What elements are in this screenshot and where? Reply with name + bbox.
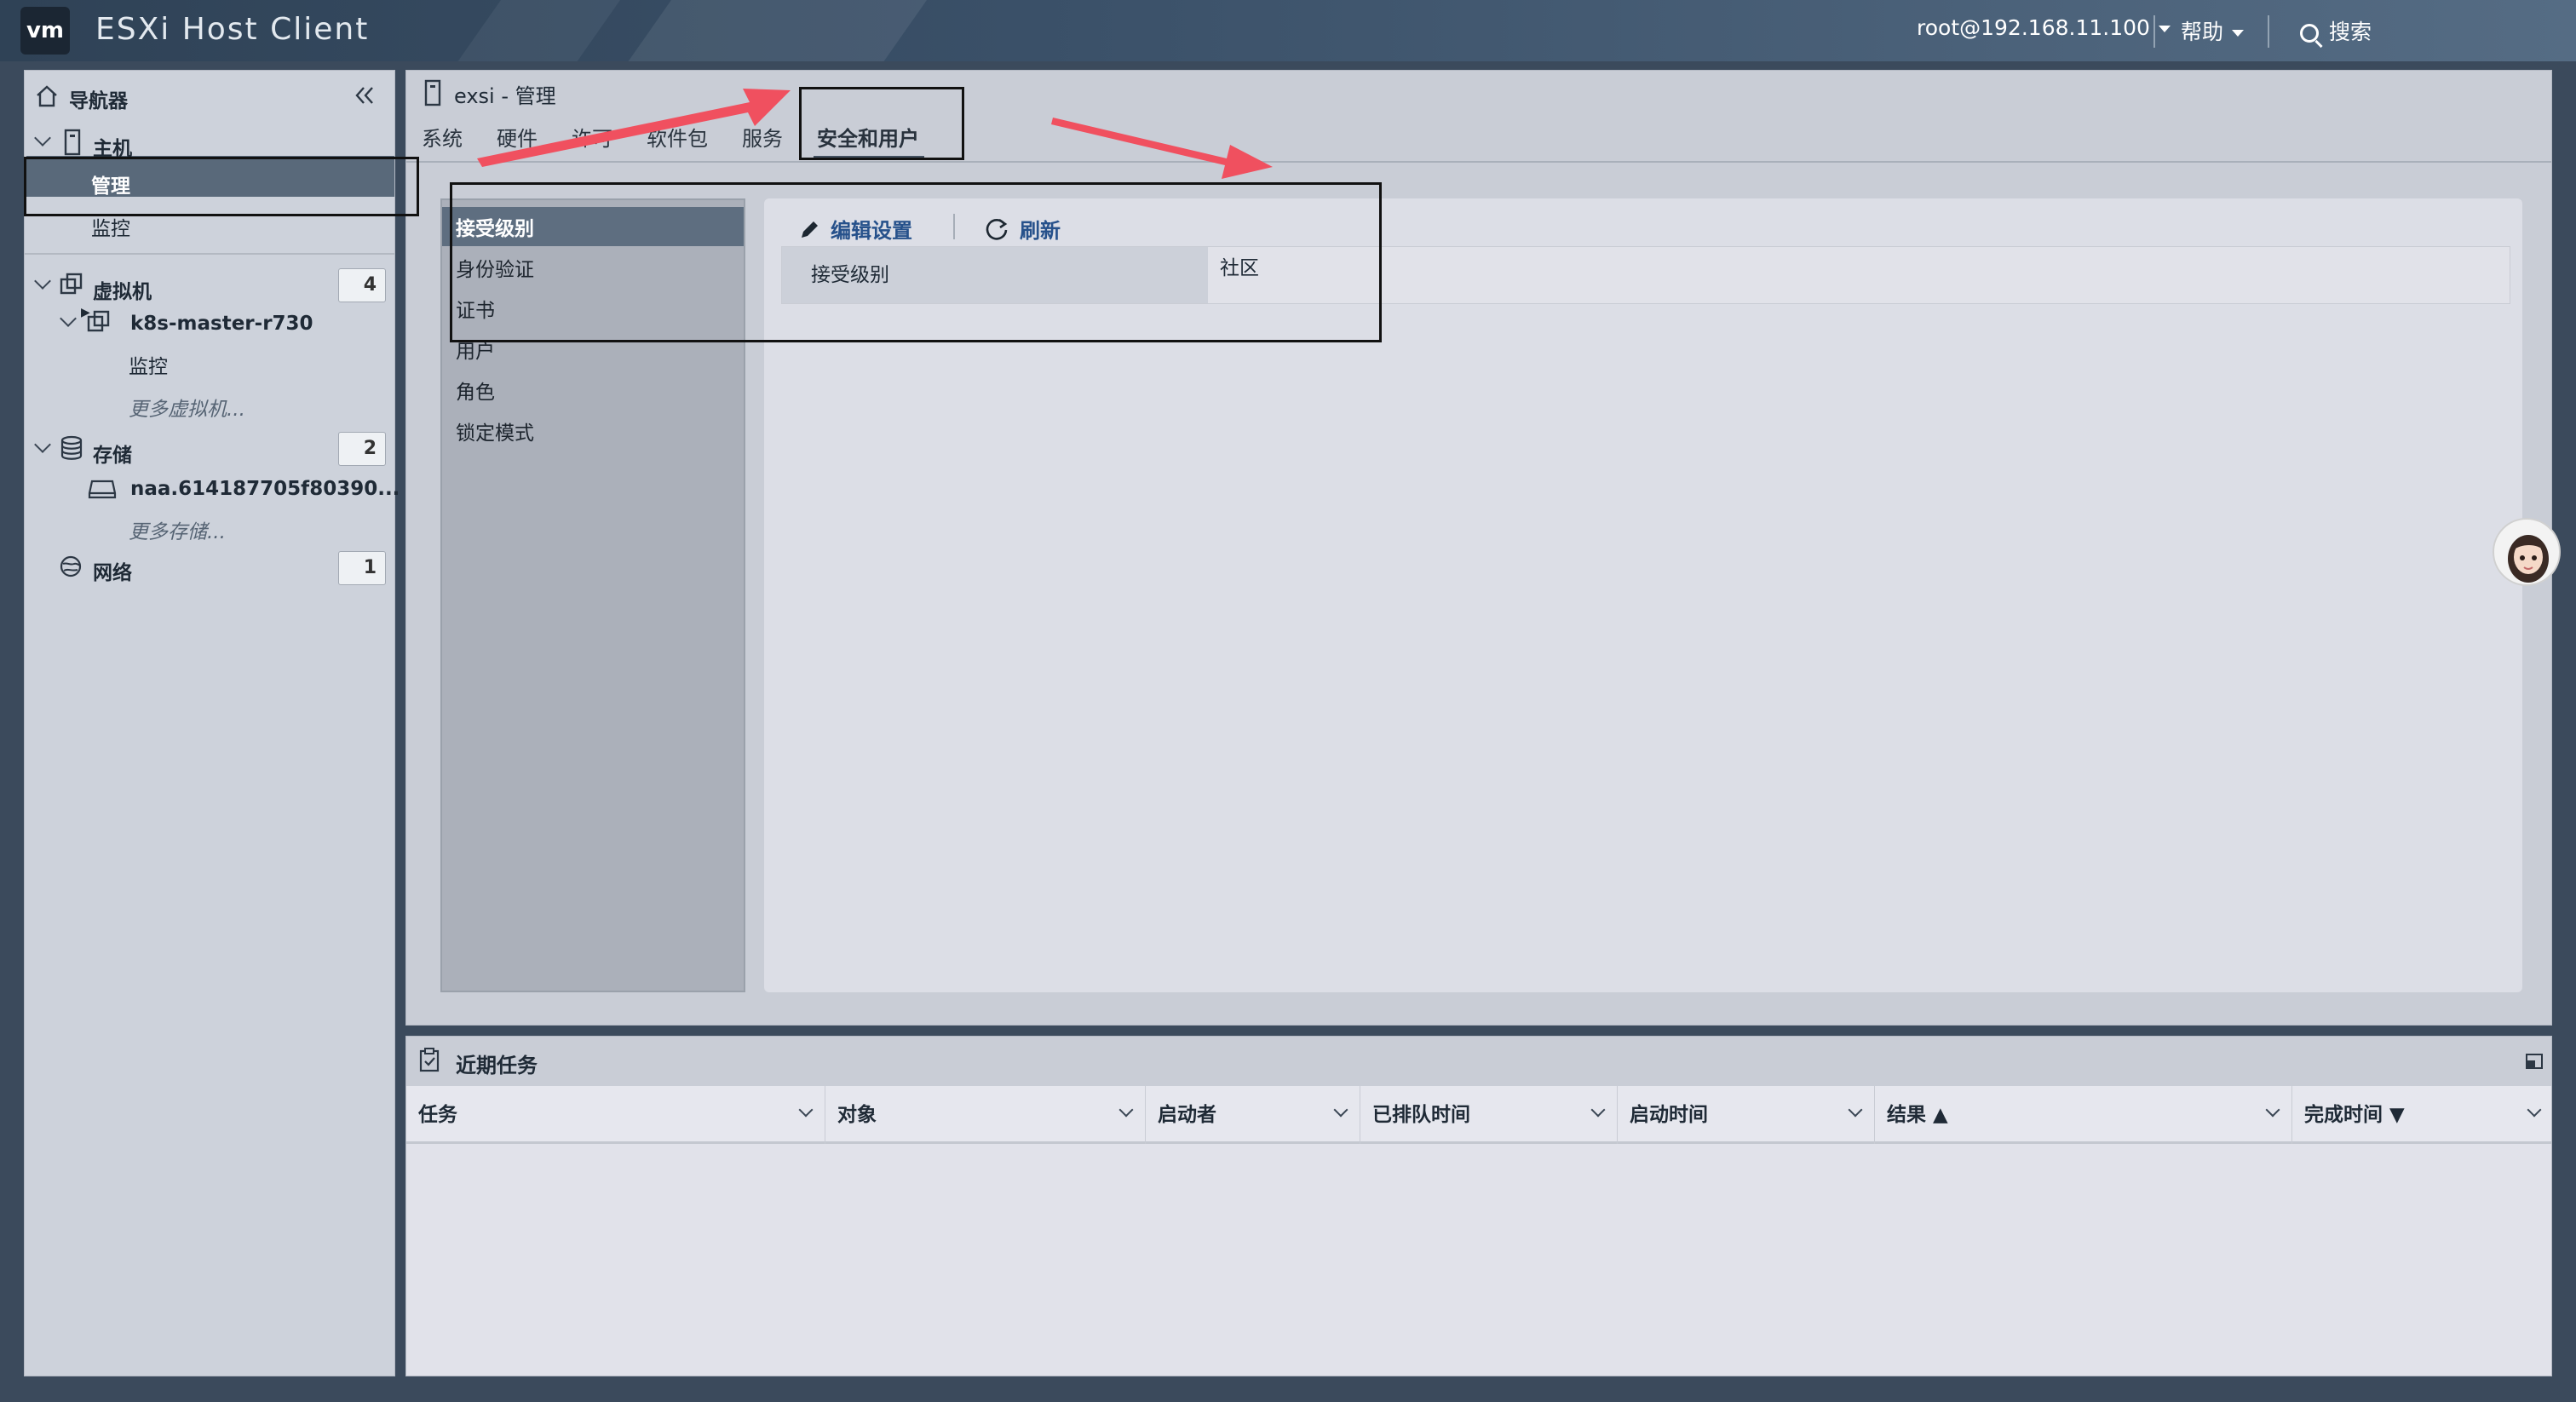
annotation-arrow-icon (477, 89, 791, 167)
annotation-arrow-icon (1051, 118, 1273, 179)
annotation-arrows (477, 89, 1273, 179)
assistant-avatar[interactable] (2493, 518, 2561, 586)
